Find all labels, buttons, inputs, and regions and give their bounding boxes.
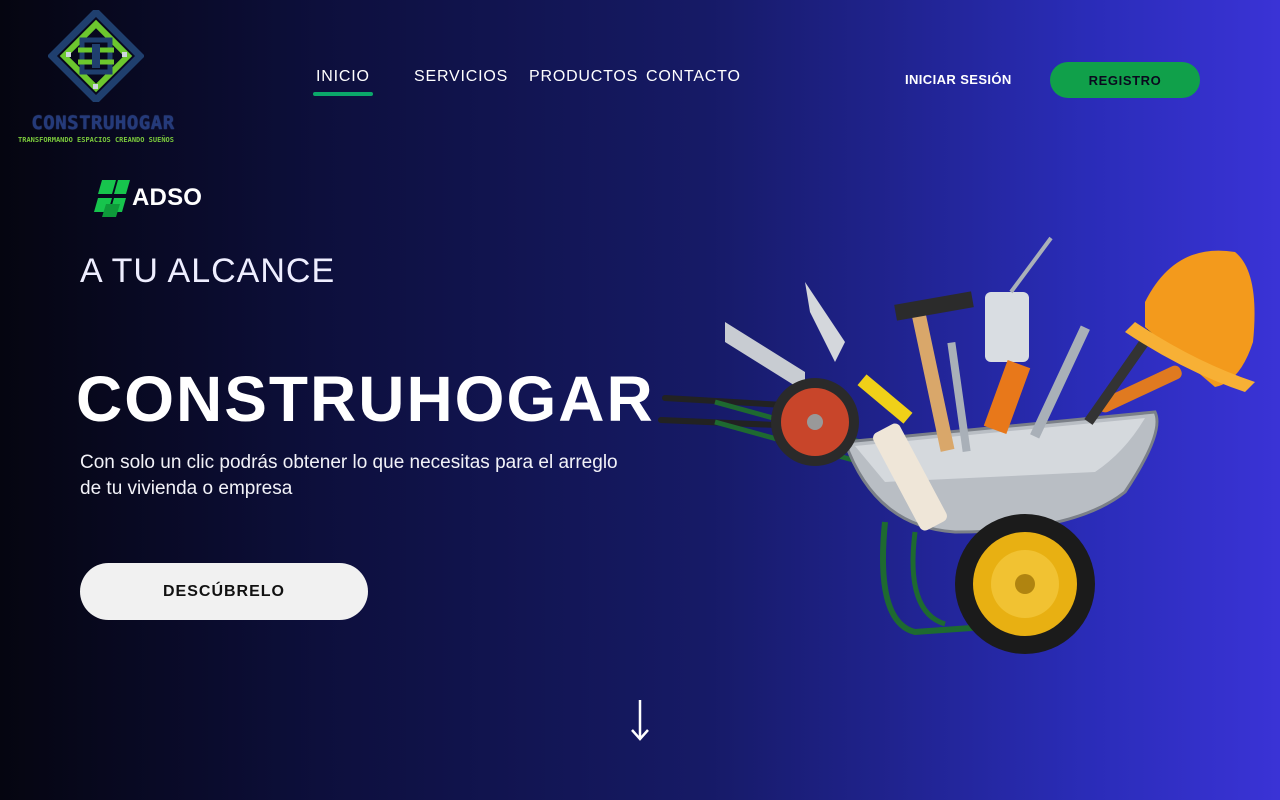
nav-item-productos[interactable]: PRODUCTOS: [529, 68, 638, 86]
brand-name: CONSTRUHOGAR: [31, 112, 175, 134]
brand-tagline: TRANSFORMANDO ESPACIOS CREANDO SUEÑOS: [18, 136, 174, 144]
hero-description: Con solo un clic podrás obtener lo que n…: [80, 452, 618, 499]
adso-logo-icon: [94, 180, 130, 217]
wheelbarrow-with-tools-illustration: [658, 236, 1255, 654]
nav-item-servicios[interactable]: SERVICIOS: [414, 68, 508, 86]
nav-item-contacto[interactable]: CONTACTO: [646, 68, 741, 86]
hero-kicker: A TU ALCANCE: [80, 252, 336, 290]
login-link[interactable]: INICIAR SESIÓN: [905, 72, 1012, 87]
nav-active-indicator: [313, 92, 373, 96]
arrow-down-icon[interactable]: [628, 698, 652, 744]
adso-badge: ADSO: [94, 178, 202, 218]
hero-title: CONSTRUHOGAR: [76, 363, 655, 435]
house-knot-logo-icon: [48, 10, 144, 102]
nav-item-inicio[interactable]: INICIO: [316, 68, 370, 86]
register-button[interactable]: REGISTRO: [1050, 62, 1200, 98]
discover-button[interactable]: DESCÚBRELO: [80, 563, 368, 620]
adso-label: ADSO: [132, 184, 203, 211]
brand-logo[interactable]: CONSTRUHOGAR TRANSFORMANDO ESPACIOS CREA…: [8, 8, 184, 148]
